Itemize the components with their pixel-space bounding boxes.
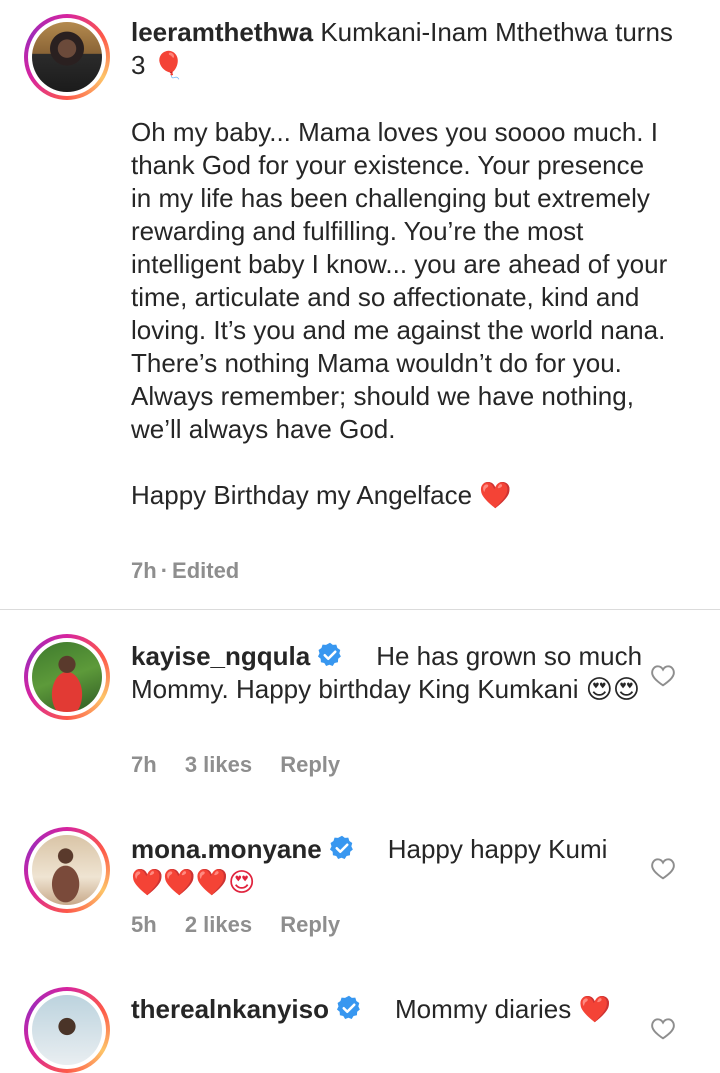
comment-meta: 5h 2 likes Reply bbox=[131, 912, 362, 938]
comment-time: 5h bbox=[131, 912, 157, 937]
post-username[interactable]: leeramthethwa bbox=[131, 17, 313, 47]
comment-time: 7h bbox=[131, 752, 157, 777]
comment-username[interactable]: kayise_ngqula bbox=[131, 641, 310, 671]
comment-avatar[interactable] bbox=[24, 827, 110, 913]
post-edited-label: Edited bbox=[172, 558, 240, 583]
post-title: leeramthethwa Kumkani-Inam Mthethwa turn… bbox=[131, 16, 691, 82]
comment-text: Mommy diaries bbox=[394, 994, 572, 1024]
post-time: 7h bbox=[131, 558, 157, 583]
reply-button[interactable]: Reply bbox=[280, 752, 340, 777]
heart-outline-icon[interactable] bbox=[650, 1016, 676, 1040]
comment-body: kayise_ngqula He has grown so much Mommy.… bbox=[131, 640, 651, 706]
comment-username[interactable]: therealnkanyiso bbox=[131, 994, 329, 1024]
divider bbox=[0, 609, 720, 610]
caption-body: Oh my baby... Mama loves you soooo much.… bbox=[131, 117, 668, 444]
comment-username[interactable]: mona.monyane bbox=[131, 834, 322, 864]
comment-emoji: ❤️❤️❤️😍 bbox=[131, 867, 256, 897]
avatar-image bbox=[32, 995, 102, 1065]
comment-emoji: ❤️ bbox=[578, 994, 611, 1024]
post-author-avatar[interactable] bbox=[24, 14, 110, 100]
comment-meta: 7h 3 likes Reply bbox=[131, 752, 362, 778]
comment-avatar[interactable] bbox=[24, 634, 110, 720]
verified-badge-icon bbox=[318, 642, 342, 666]
avatar-image bbox=[32, 642, 102, 712]
verified-badge-icon bbox=[336, 995, 360, 1019]
avatar-image bbox=[32, 835, 102, 905]
comment-avatar[interactable] bbox=[24, 987, 110, 1073]
caption-closing-line: Happy Birthday my Angelface ❤️ bbox=[131, 479, 671, 512]
heart-outline-icon[interactable] bbox=[650, 856, 676, 880]
comment-body: therealnkanyiso Mommy diaries ❤️ bbox=[131, 993, 651, 1026]
comment-likes[interactable]: 2 likes bbox=[185, 912, 252, 937]
comment-text: Happy happy Kumi bbox=[387, 834, 608, 864]
meta-separator: · bbox=[160, 558, 169, 583]
balloon-emoji: 🎈 bbox=[152, 50, 186, 80]
comment-emoji: 😍😍 bbox=[585, 674, 640, 704]
verified-badge-icon bbox=[329, 835, 353, 859]
heart-emoji: ❤️ bbox=[479, 480, 512, 510]
post-caption: Oh my baby... Mama loves you soooo much.… bbox=[131, 116, 671, 512]
heart-outline-icon[interactable] bbox=[650, 663, 676, 687]
reply-button[interactable]: Reply bbox=[280, 912, 340, 937]
caption-closing: Happy Birthday my Angelface bbox=[131, 480, 473, 510]
comment-likes[interactable]: 3 likes bbox=[185, 752, 252, 777]
avatar-image bbox=[32, 22, 102, 92]
comment-body: mona.monyane Happy happy Kumi ❤️❤️❤️😍 bbox=[131, 833, 651, 899]
post-meta: 7h · Edited bbox=[131, 558, 261, 584]
